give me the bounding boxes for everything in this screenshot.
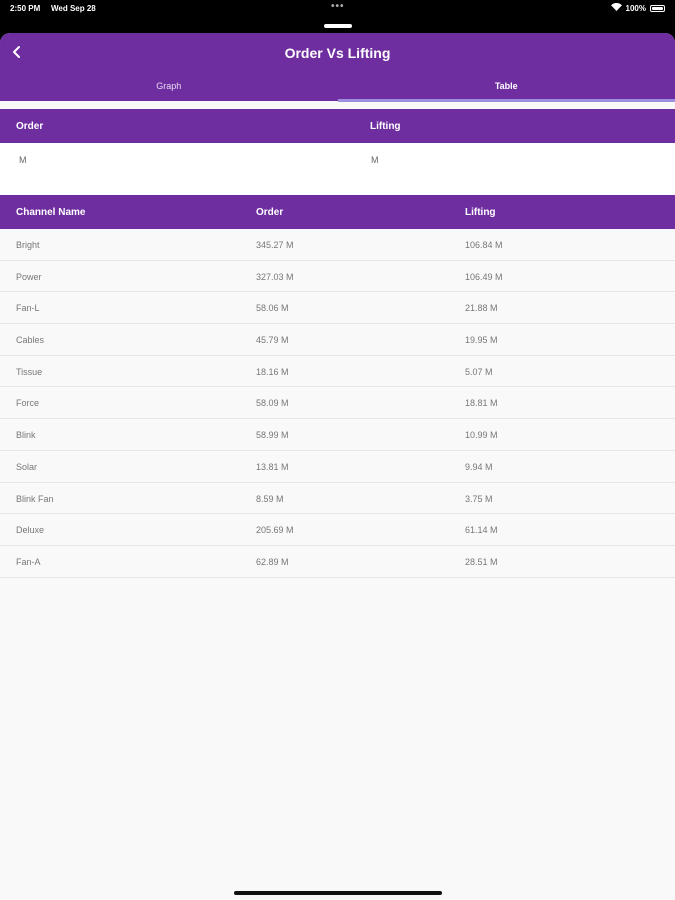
- sheet: Order Vs Lifting Graph Table Order Lifti…: [0, 33, 675, 900]
- cell-lifting: 21.88 M: [465, 303, 498, 314]
- spacer: [0, 101, 675, 109]
- status-bar: 2:50 PM Wed Sep 28 ••• 100%: [0, 0, 675, 18]
- table-row: Deluxe 205.69 M 61.14 M: [0, 514, 675, 546]
- table-row: Fan-L 58.06 M 21.88 M: [0, 292, 675, 325]
- page-title: Order Vs Lifting: [284, 45, 391, 61]
- cell-lifting: 9.94 M: [465, 461, 493, 472]
- cell-order: 62.89 M: [256, 556, 289, 567]
- battery-percent: 100%: [625, 3, 646, 13]
- status-time: 2:50 PM: [10, 4, 41, 13]
- battery-icon: [650, 4, 665, 12]
- cell-order: 8.59 M: [256, 493, 284, 504]
- cell-lifting: 106.49 M: [465, 271, 503, 282]
- cell-channel: Blink: [16, 430, 36, 441]
- cell-lifting: 18.81 M: [465, 398, 498, 409]
- cell-channel: Deluxe: [16, 525, 45, 536]
- cell-lifting: 19.95 M: [465, 335, 498, 346]
- summary-header-lifting: Lifting: [370, 121, 401, 132]
- cell-lifting: 3.75 M: [465, 493, 493, 504]
- cell-channel: Bright: [16, 240, 40, 250]
- table-header: Channel Name Order Lifting: [0, 195, 675, 229]
- table-row: Solar 13.81 M 9.94 M: [0, 450, 675, 483]
- tab-active-indicator: [338, 99, 675, 102]
- cell-order: 205.69 M: [256, 525, 294, 536]
- cell-order: 58.09 M: [256, 398, 289, 409]
- col-header-order: Order: [256, 207, 284, 218]
- cell-channel: Tissue: [16, 366, 43, 377]
- cell-order: 345.27 M: [256, 240, 294, 250]
- cell-lifting: 10.99 M: [465, 430, 498, 441]
- cell-lifting: 106.84 M: [465, 240, 503, 250]
- table-row: Tissue 18.16 M 5.07 M: [0, 355, 675, 388]
- table-row: Cables 45.79 M 19.95 M: [0, 324, 675, 356]
- cell-order: 58.99 M: [256, 430, 289, 441]
- home-indicator[interactable]: [234, 891, 442, 895]
- col-header-lifting: Lifting: [465, 207, 496, 218]
- table-row: Power 327.03 M 106.49 M: [0, 260, 675, 293]
- cell-order: 13.81 M: [256, 461, 289, 472]
- table-row: Blink Fan 8.59 M 3.75 M: [0, 482, 675, 515]
- cell-order: 18.16 M: [256, 366, 289, 377]
- col-header-channel: Channel Name: [16, 207, 86, 218]
- header: Order Vs Lifting Graph Table: [0, 33, 675, 101]
- summary-header-order: Order: [16, 121, 44, 132]
- table-row: Blink 58.99 M 10.99 M: [0, 419, 675, 451]
- table-row: Fan-A 62.89 M 28.51 M: [0, 545, 675, 578]
- cell-lifting: 5.07 M: [465, 366, 493, 377]
- cell-channel: Fan-A: [16, 556, 41, 567]
- cell-channel: Power: [16, 271, 42, 282]
- cell-channel: Force: [16, 398, 40, 409]
- cell-lifting: 61.14 M: [465, 525, 498, 536]
- cell-order: 45.79 M: [256, 335, 289, 346]
- table-body: Bright 345.27 M 106.84 M Power 327.03 M 106.…: [0, 229, 675, 578]
- summary-row: M M: [0, 143, 675, 195]
- cell-channel: Blink Fan: [16, 493, 54, 504]
- cell-channel: Fan-L: [16, 303, 40, 314]
- table-row: Force 58.09 M 18.81 M: [0, 387, 675, 420]
- cell-channel: Solar: [16, 461, 38, 472]
- tab-table[interactable]: Table: [338, 77, 675, 101]
- cell-order: 327.03 M: [256, 271, 294, 282]
- table-row: Bright 345.27 M 106.84 M: [0, 229, 675, 261]
- status-date: Wed Sep 28: [51, 4, 96, 13]
- summary-order-value: M: [19, 155, 27, 165]
- tab-bar: Graph Table: [0, 77, 675, 101]
- summary-header: Order Lifting: [0, 109, 675, 143]
- cell-lifting: 28.51 M: [465, 556, 498, 567]
- multitasking-dots[interactable]: •••: [331, 1, 345, 12]
- cell-channel: Cables: [16, 335, 45, 346]
- cell-order: 58.06 M: [256, 303, 289, 314]
- tab-graph[interactable]: Graph: [0, 77, 338, 101]
- sheet-grabber[interactable]: [324, 24, 352, 28]
- wifi-icon: [610, 2, 622, 13]
- summary-lifting-value: M: [371, 155, 379, 165]
